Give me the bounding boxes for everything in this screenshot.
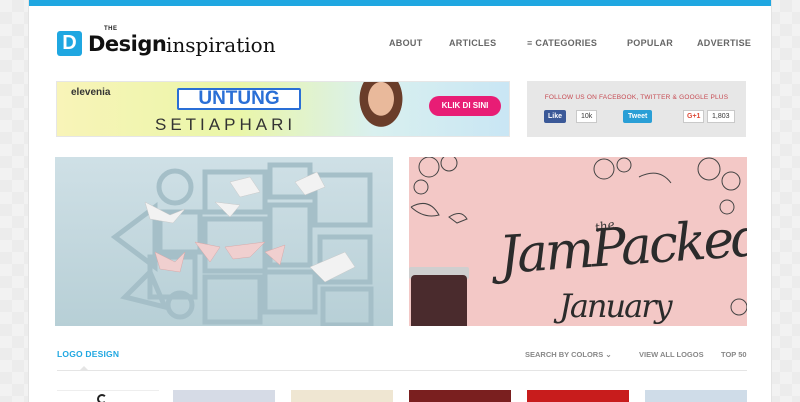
logo-thumb-2[interactable] xyxy=(173,390,275,402)
search-by-colors-label: SEARCH BY COLORS xyxy=(525,350,604,359)
nav-advertise[interactable]: ADVERTISE xyxy=(697,38,751,48)
logo-thumb-1-mark xyxy=(97,394,107,402)
logo-thumb-6[interactable] xyxy=(645,390,747,402)
ad-subtitle: SETIAPHARI xyxy=(155,115,297,134)
section-divider xyxy=(57,370,747,371)
logo-inspiration: inspiration xyxy=(166,33,276,57)
tweet-button[interactable]: Tweet xyxy=(623,110,653,123)
site-logo[interactable]: D THE Design inspiration xyxy=(57,26,278,58)
search-by-colors-dropdown[interactable]: SEARCH BY COLORS ⌄ xyxy=(525,350,612,359)
top-50-link[interactable]: TOP 50 xyxy=(721,350,747,359)
ad-cta-button[interactable]: KLIK DI SINI xyxy=(429,96,501,116)
logo-thumb-3[interactable] xyxy=(291,390,393,402)
logo-thumb-4[interactable] xyxy=(409,390,511,402)
logo-wordmark: THE Design inspiration xyxy=(88,26,278,58)
facebook-like-button[interactable]: Like xyxy=(544,110,567,123)
ad-banner[interactable]: elevenia UNTUNG SETIAPHARI KLIK DI SINI xyxy=(56,81,510,137)
section-active-caret xyxy=(80,366,88,370)
logo-mark-icon: D xyxy=(57,30,82,56)
social-follow-box: FOLLOW US ON FACEBOOK, TWITTER & GOOGLE … xyxy=(527,81,746,137)
ad-brand: elevenia xyxy=(71,87,111,98)
chevron-down-icon: ⌄ xyxy=(605,350,612,359)
page-container: D THE Design inspiration ABOUT ARTICLES … xyxy=(28,0,772,402)
logo-thumb-1[interactable] xyxy=(57,390,159,402)
ad-title: UNTUNG xyxy=(177,88,301,110)
section-title-logo-design[interactable]: LOGO DESIGN xyxy=(57,349,119,359)
nav-popular[interactable]: POPULAR xyxy=(627,38,673,48)
facebook-like-count: 10k xyxy=(576,110,598,123)
view-all-logos-link[interactable]: VIEW ALL LOGOS xyxy=(639,350,704,359)
google-plus-button[interactable]: G+1 xyxy=(683,110,705,123)
logo-design-section-header: LOGO DESIGN SEARCH BY COLORS ⌄ VIEW ALL … xyxy=(29,349,771,365)
ad-model-image xyxy=(351,82,411,136)
frames-birds-illustration xyxy=(110,162,374,326)
google-plus-count: 1,803 xyxy=(707,110,735,123)
nav-categories[interactable]: ≡ CATEGORIES xyxy=(527,38,597,48)
top-accent-bar xyxy=(29,0,771,6)
featured-article-jam-packed[interactable]: the JamPacked January xyxy=(409,157,747,326)
nav-articles[interactable]: ARTICLES xyxy=(449,38,496,48)
logo-thumb-5[interactable] xyxy=(527,390,629,402)
featured-article-frames-birds[interactable] xyxy=(55,157,393,326)
social-title: FOLLOW US ON FACEBOOK, TWITTER & GOOGLE … xyxy=(544,94,729,101)
jam-packed-january: January xyxy=(559,287,673,325)
nav-about[interactable]: ABOUT xyxy=(389,38,423,48)
logo-design: Design xyxy=(88,32,167,56)
jam-jar xyxy=(411,275,467,326)
